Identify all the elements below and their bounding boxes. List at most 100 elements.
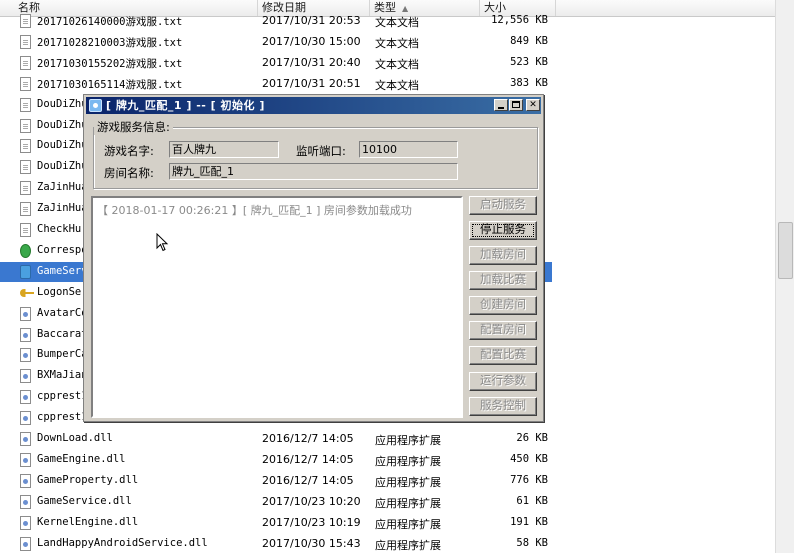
file-size: 12,556 KB — [491, 14, 548, 26]
file-type: 文本文档 — [375, 37, 419, 50]
text-file-icon — [20, 223, 31, 237]
dialog-titlebar[interactable]: [ 牌九_匹配_1 ] -- [ 初始化 ] ✕ — [86, 97, 541, 114]
minimize-button[interactable] — [494, 99, 508, 111]
file-row[interactable]: GameService.dll 2017/10/23 10:20 应用程序扩展 61 … — [0, 492, 776, 512]
runtime-params-button[interactable]: 运行参数 — [469, 372, 537, 391]
file-name: GameProperty.dll — [37, 474, 139, 486]
port-label: 监听端口: — [296, 144, 346, 158]
file-row[interactable]: LandHappyAndroidService.dll 2017/10/30 15… — [0, 534, 776, 554]
file-size: 849 KB — [510, 35, 548, 47]
load-match-button[interactable]: 加载比赛 — [469, 271, 537, 290]
file-row[interactable]: 20171028210003游戏服.txt 2017/10/30 15:00 文本文… — [0, 32, 776, 52]
file-size: 58 KB — [516, 537, 548, 549]
text-file-icon — [20, 202, 31, 216]
file-name: BXMaJian — [37, 369, 88, 381]
text-file-icon — [20, 35, 31, 49]
dll-file-icon — [20, 390, 31, 404]
dll-file-icon — [20, 495, 31, 509]
dll-file-icon — [20, 453, 31, 467]
log-output[interactable]: 【 2018-01-17 00:26:21 】[ 牌九_匹配_1 ] 房间参数加… — [91, 196, 463, 418]
file-date: 2016/12/7 14:05 — [262, 432, 354, 445]
file-row[interactable]: 20171026140000游戏服.txt 2017/10/31 20:53 文本文… — [0, 11, 776, 31]
dll-file-icon — [20, 307, 31, 321]
dll-file-icon — [20, 432, 31, 446]
stop-service-button[interactable]: 停止服务 — [469, 221, 537, 240]
file-row[interactable]: 20171030165114游戏服.txt 2017/10/31 20:51 文本文… — [0, 74, 776, 94]
maximize-button[interactable] — [509, 99, 523, 111]
close-button[interactable]: ✕ — [526, 99, 540, 111]
file-name: BumperCa — [37, 348, 88, 360]
mouse-pointer-icon — [156, 233, 169, 252]
text-file-icon — [20, 98, 31, 112]
green-app-icon — [20, 244, 31, 258]
file-size: 776 KB — [510, 474, 548, 486]
file-name: LandHappyAndroidService.dll — [37, 537, 208, 549]
file-date: 2017/10/31 20:53 — [262, 14, 361, 27]
dll-file-icon — [20, 348, 31, 362]
file-name: 20171030155202游戏服.txt — [37, 58, 183, 70]
file-name: GameServ — [37, 265, 88, 277]
port-field[interactable]: 10100 — [359, 141, 458, 158]
configure-room-button[interactable]: 配置房间 — [469, 321, 537, 340]
dll-file-icon — [20, 516, 31, 530]
file-name: DownLoad.dll — [37, 432, 113, 444]
load-room-button[interactable]: 加载房间 — [469, 246, 537, 265]
text-file-icon — [20, 160, 31, 174]
text-file-icon — [20, 56, 31, 70]
room-name-field[interactable]: 牌九_匹配_1 — [169, 163, 458, 180]
file-date: 2016/12/7 14:05 — [262, 474, 354, 487]
file-name: DouDiZhu — [37, 98, 88, 110]
dll-file-icon — [20, 537, 31, 551]
gameserver-exe-icon — [20, 265, 31, 279]
create-room-button[interactable]: 创建房间 — [469, 296, 537, 315]
file-name: ZaJinHua — [37, 181, 88, 193]
file-type: 应用程序扩展 — [375, 434, 441, 447]
close-icon: ✕ — [529, 100, 537, 110]
dll-file-icon — [20, 474, 31, 488]
file-size: 523 KB — [510, 56, 548, 68]
file-size: 383 KB — [510, 77, 548, 89]
text-file-icon — [20, 181, 31, 195]
gameserver-app-icon — [89, 99, 102, 112]
file-size: 61 KB — [516, 495, 548, 507]
file-name: AvatarCo — [37, 307, 88, 319]
file-date: 2016/12/7 14:05 — [262, 453, 354, 466]
file-row[interactable]: DownLoad.dll 2016/12/7 14:05 应用程序扩展 26 KB — [0, 429, 776, 449]
file-date: 2017/10/31 20:40 — [262, 56, 361, 69]
dll-file-icon — [20, 411, 31, 425]
file-date: 2017/10/31 20:51 — [262, 77, 361, 90]
file-name: 20171026140000游戏服.txt — [37, 16, 183, 28]
file-row[interactable]: 20171030155202游戏服.txt 2017/10/31 20:40 文本文… — [0, 53, 776, 73]
file-name: 20171028210003游戏服.txt — [37, 37, 183, 49]
file-size: 450 KB — [510, 453, 548, 465]
file-type: 应用程序扩展 — [375, 497, 441, 510]
start-service-button[interactable]: 启动服务 — [469, 196, 537, 215]
file-row[interactable]: GameProperty.dll 2016/12/7 14:05 应用程序扩展 776… — [0, 471, 776, 491]
file-name: CheckHu — [37, 223, 82, 235]
file-row[interactable]: KernelEngine.dll 2017/10/23 10:19 应用程序扩展 19… — [0, 513, 776, 533]
scrollbar-thumb[interactable] — [778, 222, 793, 279]
file-type: 文本文档 — [375, 16, 419, 29]
configure-match-button[interactable]: 配置比赛 — [469, 346, 537, 365]
file-type: 应用程序扩展 — [375, 539, 441, 552]
file-name: DouDiZhu — [37, 139, 88, 151]
file-name: GameEngine.dll — [37, 453, 126, 465]
text-file-icon — [20, 119, 31, 133]
file-size: 26 KB — [516, 432, 548, 444]
file-date: 2017/10/30 15:43 — [262, 537, 361, 550]
service-info-group-title: 游戏服务信息: — [94, 119, 173, 135]
file-row[interactable]: GameEngine.dll 2016/12/7 14:05 应用程序扩展 450 K… — [0, 450, 776, 470]
service-control-button[interactable]: 服务控制 — [469, 397, 537, 416]
file-name: DouDiZhu — [37, 160, 88, 172]
dll-file-icon — [20, 369, 31, 383]
file-name: cpprest1 — [37, 390, 88, 402]
file-name: GameService.dll — [37, 495, 132, 507]
file-type: 文本文档 — [375, 79, 419, 92]
vertical-scrollbar[interactable] — [775, 0, 794, 553]
file-name: KernelEngine.dll — [37, 516, 139, 528]
game-name-field[interactable]: 百人牌九 — [169, 141, 279, 158]
key-icon — [20, 289, 34, 297]
game-server-dialog: [ 牌九_匹配_1 ] -- [ 初始化 ] ✕ 游戏服务信息: 游戏名字: 百… — [83, 94, 544, 422]
file-type: 应用程序扩展 — [375, 518, 441, 531]
text-file-icon — [20, 14, 31, 28]
